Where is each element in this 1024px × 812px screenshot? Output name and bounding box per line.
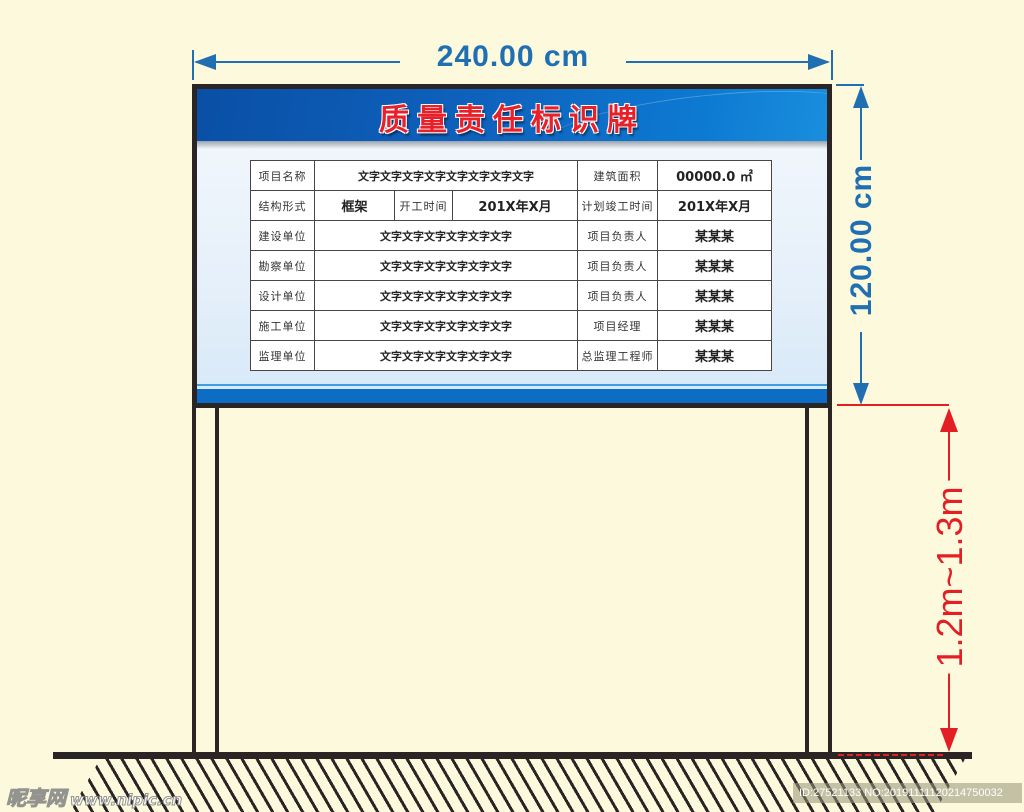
cell-value: 201X年X月 — [657, 190, 772, 221]
table-row: 结构形式 框架 开工时间 201X年X月 计划竣工时间 201X年X月 — [250, 190, 772, 221]
cell-value: 文字文字文字文字文字文字 — [314, 250, 578, 281]
table-row: 建设单位 文字文字文字文字文字文字 项目负责人 某某某 — [250, 220, 772, 251]
height-arrow-down-icon — [853, 383, 869, 405]
cell-label: 项目负责人 — [577, 250, 658, 281]
ground-line — [53, 752, 972, 759]
cell-value: 文字文字文字文字文字文字 — [314, 310, 578, 341]
height-dimension-label: 120.00 cm — [845, 163, 878, 317]
height-arrow-up-icon — [853, 86, 869, 108]
mount-height-arrow-down-icon — [940, 728, 958, 752]
cell-label: 开工时间 — [394, 190, 453, 221]
width-arrow-right-icon — [808, 54, 830, 70]
cell-value: 文字文字文字文字文字文字 — [314, 220, 578, 251]
cell-value: 框架 — [314, 190, 395, 221]
table-row: 监理单位 文字文字文字文字文字文字 总监理工程师 某某某 — [250, 340, 772, 371]
cell-label: 监理单位 — [250, 340, 315, 371]
table-row: 施工单位 文字文字文字文字文字文字 项目经理 某某某 — [250, 310, 772, 341]
sign-title: 质量责任标识牌 — [379, 103, 645, 138]
table-row: 项目名称 文字文字文字文字文字文字文字文字 建筑面积 00000.0 ㎡ — [250, 160, 772, 191]
cell-label: 勘察单位 — [250, 250, 315, 281]
cell-value: 00000.0 ㎡ — [657, 160, 772, 191]
cell-value: 文字文字文字文字文字文字文字文字 — [314, 160, 578, 191]
mount-height-arrow-up-icon — [940, 408, 958, 432]
width-dimension-label: 240.00 cm — [400, 40, 626, 74]
sign-board-panel: 质量责任标识牌 项目名称 文字文字文字文字文字文字文字文字 建筑面积 00000… — [197, 89, 827, 403]
cell-value: 某某某 — [657, 280, 772, 311]
sign-board: 质量责任标识牌 项目名称 文字文字文字文字文字文字文字文字 建筑面积 00000… — [192, 84, 832, 408]
table-row: 勘察单位 文字文字文字文字文字文字 项目负责人 某某某 — [250, 250, 772, 281]
post-right-inner — [805, 406, 809, 754]
cell-label: 项目负责人 — [577, 220, 658, 251]
cell-label: 建筑面积 — [577, 160, 658, 191]
cell-label: 总监理工程师 — [577, 340, 658, 371]
cell-value: 某某某 — [657, 340, 772, 371]
post-left-outer — [192, 406, 196, 754]
cell-label: 计划竣工时间 — [577, 190, 658, 221]
cell-label: 项目经理 — [577, 310, 658, 341]
post-left-inner — [215, 406, 219, 754]
watermark-id: ID:27521133 NO:20191111120214750032 — [793, 783, 1022, 803]
width-dimension-right-tick — [831, 50, 833, 80]
height-dimension-line-top — [860, 100, 862, 160]
cell-value: 某某某 — [657, 250, 772, 281]
cell-value: 文字文字文字文字文字文字 — [314, 340, 578, 371]
cell-label: 项目负责人 — [577, 280, 658, 311]
watermark-site: 昵享网 www.nipic.cn — [6, 782, 183, 811]
cell-label: 建设单位 — [250, 220, 315, 251]
cell-label: 施工单位 — [250, 310, 315, 341]
sign-header-band: 质量责任标识牌 — [197, 89, 827, 173]
cell-label: 设计单位 — [250, 280, 315, 311]
ground-red-dashed-marker — [838, 754, 946, 756]
post-right-outer — [828, 406, 832, 754]
sign-bottom-band — [197, 384, 827, 403]
cell-value: 某某某 — [657, 310, 772, 341]
cell-label: 项目名称 — [250, 160, 315, 191]
watermark-site-url: www.nipic.cn — [69, 791, 183, 810]
cell-value: 文字文字文字文字文字文字 — [314, 280, 578, 311]
mount-height-label: 1.2m~1.3m — [929, 480, 971, 674]
width-arrow-left-icon — [194, 54, 216, 70]
table-row: 设计单位 文字文字文字文字文字文字 项目负责人 某某某 — [250, 280, 772, 311]
cell-label: 结构形式 — [250, 190, 315, 221]
mount-height-top-line — [837, 404, 949, 406]
cell-value: 某某某 — [657, 220, 772, 251]
watermark-site-name: 昵享网 — [6, 786, 67, 811]
cell-value: 201X年X月 — [452, 190, 578, 221]
info-table: 项目名称 文字文字文字文字文字文字文字文字 建筑面积 00000.0 ㎡ 结构形… — [250, 160, 772, 371]
